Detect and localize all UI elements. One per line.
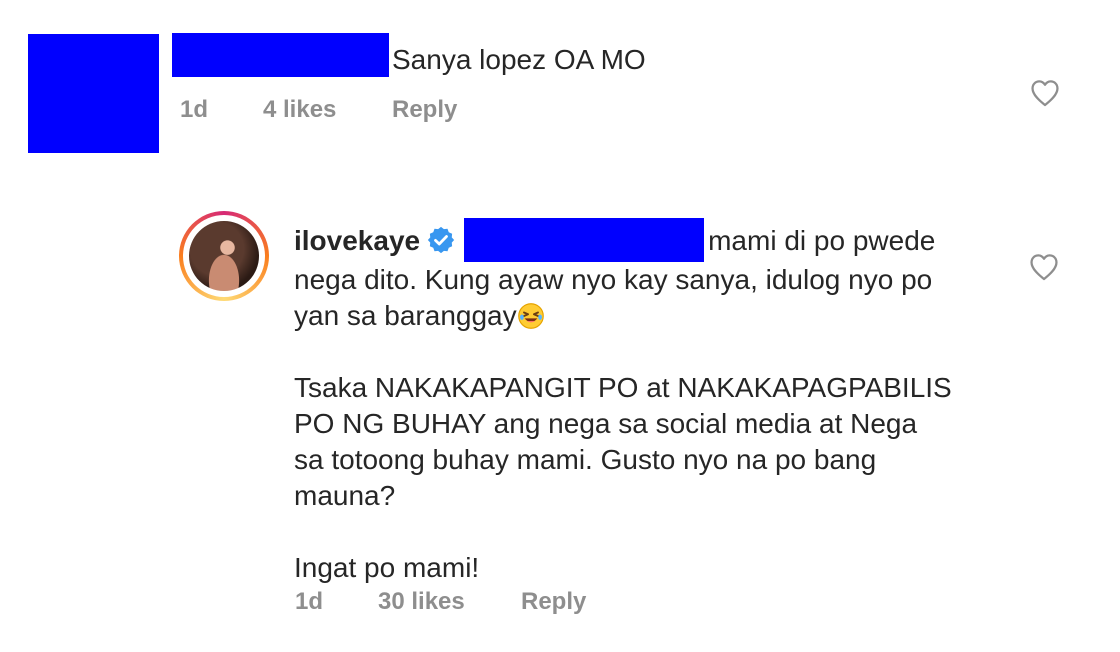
- reply-button[interactable]: Reply: [392, 95, 457, 125]
- verified-badge-icon: [426, 225, 456, 255]
- comment-username[interactable]: ilovekaye: [294, 225, 420, 256]
- avatar[interactable]: [179, 211, 269, 301]
- comment-timestamp: 1d: [295, 588, 324, 615]
- heart-icon[interactable]: [1027, 250, 1061, 284]
- reply-text-line: Ingat po mami!: [294, 552, 480, 583]
- reply-text-line: nega dito. Kung ayaw nyo kay sanya, idul…: [294, 264, 933, 295]
- redacted-username: [172, 33, 389, 77]
- redacted-mention: [464, 218, 705, 262]
- reply-text-line: mami di po pwede: [708, 225, 936, 256]
- reply-third-paragraph: Ingat po mami!: [294, 550, 994, 586]
- comment-text: Sanya lopez OA MO: [392, 44, 646, 75]
- reply-text-line: sa totoong buhay mami. Gusto nyo na po b…: [294, 444, 877, 475]
- redacted-avatar: [28, 34, 159, 153]
- reply-second-paragraph: Tsaka NAKAKAPANGIT PO at NAKAKAPAGPABILI…: [294, 370, 994, 514]
- comment-like-count[interactable]: 30 likes: [378, 587, 465, 617]
- reply-text-line: yan sa baranggay: [294, 300, 517, 331]
- heart-icon[interactable]: [1028, 76, 1062, 110]
- reply-text-line: PO NG BUHAY ang nega sa social media at …: [294, 408, 918, 439]
- comment-like-count[interactable]: 4 likes: [263, 95, 336, 125]
- comment-timestamp: 1d: [180, 96, 209, 123]
- reply-text-line: mauna?: [294, 480, 396, 511]
- reply-text-line: Tsaka NAKAKAPANGIT PO at NAKAKAPAGPABILI…: [294, 372, 952, 403]
- reply-comment-body: ilovekaye mami di po pwede nega dito. Ku…: [294, 218, 994, 586]
- rolling-laughing-emoji-icon: [517, 302, 545, 330]
- avatar-photo: [189, 221, 259, 291]
- reply-first-paragraph: ilovekaye mami di po pwede nega dito. Ku…: [294, 218, 994, 334]
- reply-button[interactable]: Reply: [521, 587, 586, 617]
